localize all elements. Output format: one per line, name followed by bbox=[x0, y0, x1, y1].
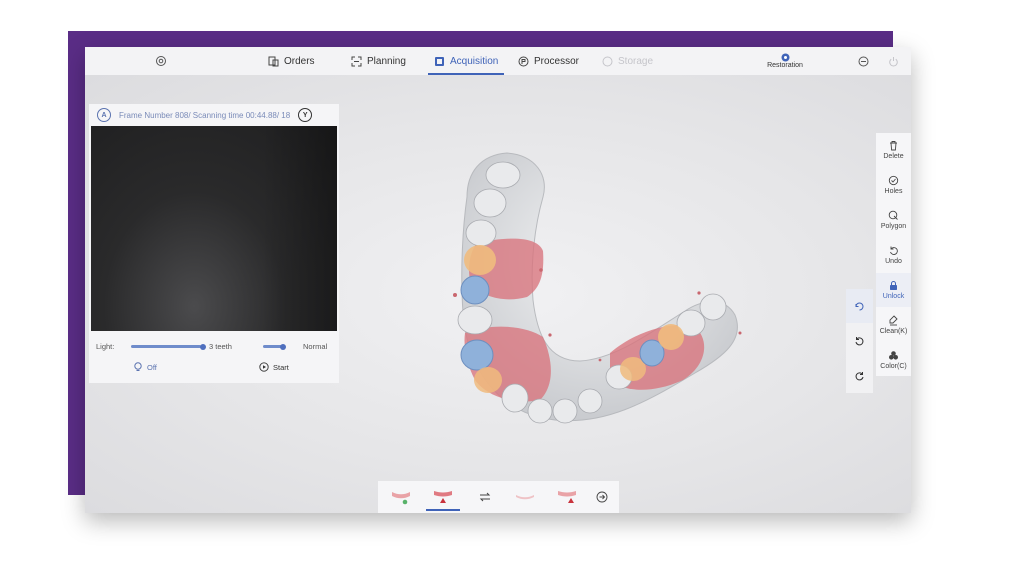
y-badge-letter: Y bbox=[302, 111, 308, 119]
view-rotate-toolbar bbox=[846, 289, 873, 393]
swap-jaw-step[interactable] bbox=[468, 481, 502, 513]
clean-icon bbox=[889, 315, 898, 326]
tab-processor[interactable]: Processor bbox=[518, 47, 579, 75]
trash-icon bbox=[890, 141, 897, 151]
planning-icon bbox=[351, 56, 362, 66]
start-scan-button[interactable]: Start bbox=[259, 362, 289, 372]
tab-storage[interactable]: Storage bbox=[602, 47, 653, 75]
upper-jaw-icon bbox=[392, 492, 410, 505]
gear-icon bbox=[156, 56, 166, 66]
holes-label: Holes bbox=[884, 188, 903, 195]
light-control-row: Light: 3 teeth Normal bbox=[89, 340, 339, 354]
restoration-button[interactable]: Restoration bbox=[760, 49, 810, 73]
unlock-tool[interactable]: Unlock bbox=[876, 273, 911, 307]
polygon-icon bbox=[888, 210, 898, 220]
light-label: Light: bbox=[96, 342, 115, 351]
lower-jaw-step[interactable] bbox=[426, 481, 460, 513]
start-label: Start bbox=[273, 362, 289, 372]
processor-icon bbox=[518, 56, 529, 66]
holes-icon bbox=[888, 175, 899, 186]
color-tool[interactable]: Color(C) bbox=[876, 343, 911, 377]
light-off-button[interactable]: Off bbox=[133, 362, 157, 372]
tab-planning[interactable]: Planning bbox=[351, 47, 406, 75]
tab-orders[interactable]: Orders bbox=[268, 47, 315, 75]
lower-jaw-alt-icon bbox=[558, 491, 576, 503]
workflow-toolbar bbox=[378, 481, 619, 513]
undo-tool[interactable]: Undo bbox=[876, 238, 911, 272]
power-icon bbox=[888, 56, 898, 67]
unlock-icon bbox=[890, 281, 897, 290]
settings-button[interactable] bbox=[155, 47, 167, 75]
camera-status-bar: A Frame Number 808/ Scanning time 00:44.… bbox=[89, 104, 339, 126]
tab-acquisition-label: Acquisition bbox=[450, 55, 499, 67]
undo-icon bbox=[890, 246, 898, 255]
polygon-label: Polygon bbox=[880, 223, 907, 230]
mode-label: Normal bbox=[303, 342, 328, 351]
unlock-label: Unlock bbox=[882, 293, 905, 300]
undo-label: Undo bbox=[885, 258, 902, 265]
tab-orders-label: Orders bbox=[284, 55, 315, 67]
scan-status-text: Frame Number 808/ Scanning time 00:44.88… bbox=[119, 110, 291, 120]
storage-icon bbox=[602, 56, 613, 66]
a-badge-icon: A bbox=[97, 108, 111, 122]
minimize-icon bbox=[858, 56, 868, 66]
next-arrow-icon bbox=[596, 491, 608, 503]
tab-storage-label: Storage bbox=[618, 55, 654, 67]
delete-label: Delete bbox=[883, 153, 904, 160]
top-navbar: Orders Planning Acquisition Processor St… bbox=[85, 47, 911, 76]
upper-jaw-step[interactable] bbox=[384, 481, 418, 513]
polygon-tool[interactable]: Polygon bbox=[876, 203, 911, 237]
rotate-ccw-button[interactable] bbox=[846, 324, 873, 358]
play-icon bbox=[259, 362, 269, 372]
clean-label: Clean(K) bbox=[879, 328, 908, 335]
rotate-lock-button[interactable] bbox=[846, 289, 873, 323]
restoration-icon bbox=[781, 53, 789, 62]
orders-icon bbox=[268, 56, 279, 66]
rotate-cw-button[interactable] bbox=[846, 359, 873, 393]
color-icon bbox=[889, 351, 898, 360]
clean-tool[interactable]: Clean(K) bbox=[876, 308, 911, 342]
bite-icon bbox=[516, 495, 534, 500]
camera-actions-row: Off Start bbox=[89, 361, 339, 377]
acquisition-icon bbox=[435, 56, 444, 66]
bite-step[interactable] bbox=[508, 481, 542, 513]
tab-planning-label: Planning bbox=[367, 55, 406, 67]
tab-acquisition[interactable]: Acquisition bbox=[427, 47, 505, 75]
tab-processor-label: Processor bbox=[534, 55, 580, 67]
y-badge-icon: Y bbox=[298, 108, 313, 122]
holes-tool[interactable]: Holes bbox=[876, 168, 911, 202]
off-label: Off bbox=[147, 362, 157, 372]
next-step-button[interactable] bbox=[588, 481, 616, 513]
swap-icon bbox=[479, 492, 491, 502]
delete-tool[interactable]: Delete bbox=[876, 133, 911, 167]
teeth-count-label: 3 teeth bbox=[209, 342, 232, 351]
restoration-label: Restoration bbox=[767, 62, 803, 69]
lower-jaw-icon bbox=[434, 491, 452, 503]
edit-toolbar: Delete Holes Polygon Undo Unlock Clean(K… bbox=[876, 133, 911, 376]
lower-jaw-alt-step[interactable] bbox=[550, 481, 584, 513]
power-button[interactable] bbox=[885, 53, 901, 69]
mode-slider-handle[interactable] bbox=[280, 343, 286, 350]
camera-preview-panel: A Frame Number 808/ Scanning time 00:44.… bbox=[89, 104, 339, 383]
light-slider-handle[interactable] bbox=[200, 343, 206, 350]
app-window: Orders Planning Acquisition Processor St… bbox=[85, 47, 911, 513]
rotate-cw-icon bbox=[855, 371, 864, 380]
light-slider[interactable] bbox=[131, 345, 201, 348]
bulb-icon bbox=[134, 362, 142, 371]
rotate-lock-icon bbox=[855, 302, 864, 310]
rotate-ccw-icon bbox=[855, 336, 864, 345]
a-badge-letter: A bbox=[101, 111, 107, 119]
minimize-button[interactable] bbox=[855, 53, 871, 69]
color-label: Color(C) bbox=[880, 363, 907, 370]
camera-feed bbox=[91, 126, 337, 331]
